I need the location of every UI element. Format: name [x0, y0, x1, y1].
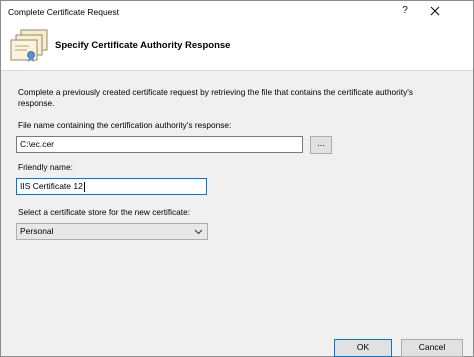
window-title: Complete Certificate Request	[8, 7, 120, 17]
store-selected-value: Personal	[20, 226, 54, 236]
text-caret	[83, 181, 85, 192]
friendly-name-value: IIS Certificate 12	[20, 181, 83, 191]
friendly-name-input[interactable]: IIS Certificate 12	[16, 178, 207, 195]
ok-button[interactable]: OK	[334, 339, 392, 357]
certificate-icon	[10, 29, 48, 62]
chevron-down-icon	[194, 229, 203, 235]
dialog-footer: OK Cancel	[1, 329, 473, 357]
filename-input[interactable]: C:\ec.cer	[16, 136, 303, 153]
close-button[interactable]	[427, 3, 443, 19]
browse-button[interactable]: ...	[310, 136, 332, 154]
store-label: Select a certificate store for the new c…	[18, 207, 191, 217]
description-text: Complete a previously created certificat…	[18, 87, 413, 108]
certificate-store-select[interactable]: Personal	[16, 223, 208, 240]
filename-label: File name containing the certification a…	[18, 120, 232, 130]
dialog-header: Specify Certificate Authority Response	[1, 23, 473, 71]
dialog-content: Complete a previously created certificat…	[1, 71, 473, 329]
help-button[interactable]: ?	[398, 5, 412, 19]
title-bar[interactable]: Complete Certificate Request ?	[1, 1, 473, 23]
close-icon	[430, 6, 440, 16]
cancel-button[interactable]: Cancel	[401, 339, 463, 357]
friendly-name-label: Friendly name:	[18, 162, 73, 172]
dialog-heading: Specify Certificate Authority Response	[55, 40, 231, 51]
dialog-window: Complete Certificate Request ? Specify C…	[0, 0, 474, 357]
